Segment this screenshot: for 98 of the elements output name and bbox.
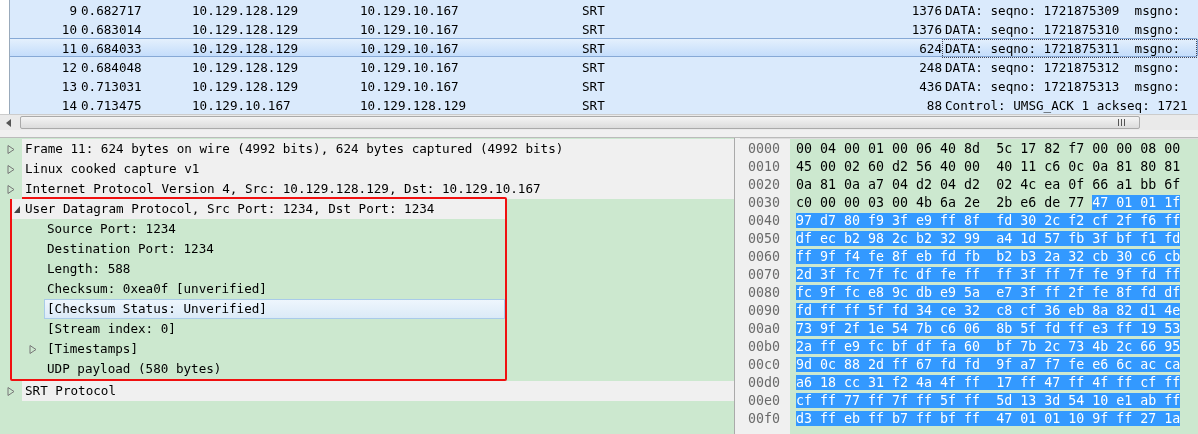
table-cell-text: DATA: seqno: 1721875313 msgno: [944,78,1182,96]
offset-label: 00d0 [747,374,782,392]
packet-row[interactable]: 10 0.683014 10.129.128.129 10.129.10.167 SRT 1376 DATA: seqno: 1721875310 msgno: [10,19,1198,38]
table-cell-text: Control: UMSG_ACK 1 ackseq: 1721 [944,97,1189,114]
selected-hex-bytes: df ec b2 98 2c b2 32 99 a4 1d 57 fb 3f bf f1 fd [796,231,1181,246]
expand-arrow-icon[interactable] [29,344,37,354]
offset-label: 0040 [747,212,782,230]
offset-label: 0070 [747,266,782,284]
table-cell-text: SRT [582,78,606,96]
table-cell-text: 10.129.10.167 [360,40,460,58]
table-cell-text: 10.129.10.167 [360,2,460,20]
table-cell-text: 10.129.10.167 [360,21,460,39]
table-cell-text: 1376 [910,2,942,20]
tree-item[interactable]: [Timestamps] [44,339,505,359]
table-cell-text: 624 [918,40,942,58]
table-cell-text: 10.129.128.129 [192,2,300,20]
table-cell-text: 10.129.10.167 [360,59,460,77]
table-cell-text: 10.129.128.129 [360,97,468,114]
selected-hex-bytes: fc 9f fc e8 9c db e9 5a e7 3f ff 2f fe 8f fd df [796,285,1181,300]
table-cell-text: 11 [60,40,77,58]
table-cell-text: DATA: seqno: 1721875310 msgno: [944,21,1182,39]
offset-label: 0020 [747,176,782,194]
expand-arrow-icon[interactable] [7,164,15,174]
table-cell-text: SRT [582,21,606,39]
tree-item[interactable]: [Stream index: 0] [44,319,505,339]
table-cell-text: 1376 [910,21,942,39]
hex-bytes: 00 04 00 01 00 06 40 8d 5c 17 82 f7 00 00 08 00 [796,141,1181,156]
expand-arrow-icon[interactable] [7,386,15,396]
table-cell-text: 13 [60,78,77,96]
table-cell-text: 10 [60,21,77,39]
table-cell-text: 0.682717 [80,2,143,20]
left-arrow-icon [6,118,12,127]
offset-label: 0080 [747,284,782,302]
offset-label: 0060 [747,248,782,266]
tree-item[interactable]: [Checksum Status: Unverified] [44,299,505,319]
table-cell-text: 436 [918,78,942,96]
table-cell-text: 10.129.128.129 [192,59,300,77]
offset-label: 0010 [747,158,782,176]
table-cell-text: 0.683014 [80,21,143,39]
table-cell-text: 0.684048 [80,59,143,77]
table-cell-text: 14 [60,97,77,114]
collapse-arrow-icon[interactable] [13,204,21,214]
selected-hex-bytes: d3 ff eb ff b7 ff bf ff 47 01 01 10 9f ff 27 1a [796,411,1181,426]
offset-label: 0000 [747,140,782,158]
hex-bytes: 0a 81 0a a7 04 d2 04 d2 02 4c ea 0f 66 a1 bb 6f [796,177,1181,192]
offset-label: 00a0 [747,320,782,338]
table-cell-text: SRT [582,2,606,20]
packet-row[interactable]: 11 0.684033 10.129.128.129 10.129.10.167 SRT 624 DATA: seqno: 1721875311 msgno: [10,38,1198,57]
tree-item[interactable]: Source Port: 1234 [44,219,505,239]
table-cell-text: 248 [918,59,942,77]
table-cell-text: 10.129.128.129 [192,21,300,39]
table-cell-text: 12 [60,59,77,77]
offset-label: 0050 [747,230,782,248]
offset-label: 0090 [747,302,782,320]
table-cell-text: 10.129.128.129 [192,78,300,96]
expand-arrow-icon[interactable] [7,184,15,194]
selected-hex-bytes: cf ff 77 ff 7f ff 5f ff 5d 13 3d 54 10 e1 ab ff [796,393,1181,408]
table-cell-text: 10.129.10.167 [360,78,460,96]
table-cell-text: 0.713031 [80,78,143,96]
selected-hex-bytes: 9d 0c 88 2d ff 67 fd fd 9f a7 f7 fe e6 6c ac ca [796,357,1181,372]
selected-hex-bytes: a6 18 cc 31 f2 4a 4f ff 17 ff 47 ff 4f ff cf ff [796,375,1181,390]
selected-hex-bytes: ff 9f f4 fe 8f eb fd fb b2 b3 2a 32 cb 30 c6 cb [796,249,1181,264]
offset-label: 00b0 [747,338,782,356]
packet-row[interactable]: 13 0.713031 10.129.128.129 10.129.10.167 SRT 436 DATA: seqno: 1721875313 msgno: [10,76,1198,95]
tree-item[interactable]: Checksum: 0xea0f [unverified] [44,279,505,299]
grip-icon [1118,119,1125,126]
offset-label: 00f0 [747,410,782,428]
selected-hex-bytes: 2d 3f fc 7f fc df fe ff ff 3f ff 7f fe 9f fd ff [796,267,1181,282]
table-cell: DATA: seqno: 1721875311 msgno: [942,39,1197,58]
table-cell-text: SRT [582,40,606,58]
table-cell-text: DATA: seqno: 1721875309 msgno: [944,2,1182,20]
tree-item[interactable]: Length: 588 [44,259,505,279]
table-cell-text: 10.129.10.167 [192,97,292,114]
table-cell-text: 0.684033 [80,40,143,58]
tree-item[interactable]: Destination Port: 1234 [44,239,505,259]
table-cell-text: SRT [582,97,606,114]
table-cell-text: 10.129.128.129 [192,40,300,58]
table-cell-text: 0.713475 [80,97,143,114]
scrollbar-thumb[interactable] [20,116,1140,129]
packet-row[interactable]: 14 0.713475 10.129.10.167 10.129.128.129 SRT 88 Control: UMSG_ACK 1 ackseq: 1721 [10,95,1198,114]
table-cell-text: DATA: seqno: 1721875312 msgno: [944,59,1182,77]
offset-label: 00c0 [747,356,782,374]
offset-label: 0030 [747,194,782,212]
hex-bytes: c0 00 00 03 00 4b 6a 2e 2b e6 de 77 [796,195,1085,210]
packet-row[interactable]: 12 0.684048 10.129.128.129 10.129.10.167 SRT 248 DATA: seqno: 1721875312 msgno: [10,57,1198,76]
selected-hex-bytes: 2a ff e9 fc bf df fa 60 bf 7b 2c 73 4b 2c 66 95 [796,339,1181,354]
table-cell-text: 9 [68,2,77,20]
tree-item[interactable]: UDP payload (580 bytes) [44,359,505,379]
table-cell-text: 88 [925,97,942,114]
expand-arrow-icon[interactable] [7,144,15,154]
table-cell-text: SRT [582,59,606,77]
selected-hex-bytes: 73 9f 2f 1e 54 7b c6 06 8b 5f fd ff e3 ff 19 53 [796,321,1181,336]
offset-label: 00e0 [747,392,782,410]
packet-row[interactable]: 9 0.682717 10.129.128.129 10.129.10.167 SRT 1376 DATA: seqno: 1721875309 msgno: [10,0,1198,19]
hex-bytes: 45 00 02 60 d2 56 40 00 40 11 c6 0c 0a 81 80 81 [796,159,1181,174]
selected-hex-bytes: fd ff ff 5f fd 34 ce 32 c8 cf 36 eb 8a 82 d1 4e [796,303,1181,318]
selected-hex-bytes: 47 01 01 1f [1092,195,1181,210]
selected-hex-bytes: 97 d7 80 f9 3f e9 ff 8f fd 30 2c f2 cf 2f f6 ff [796,213,1181,228]
